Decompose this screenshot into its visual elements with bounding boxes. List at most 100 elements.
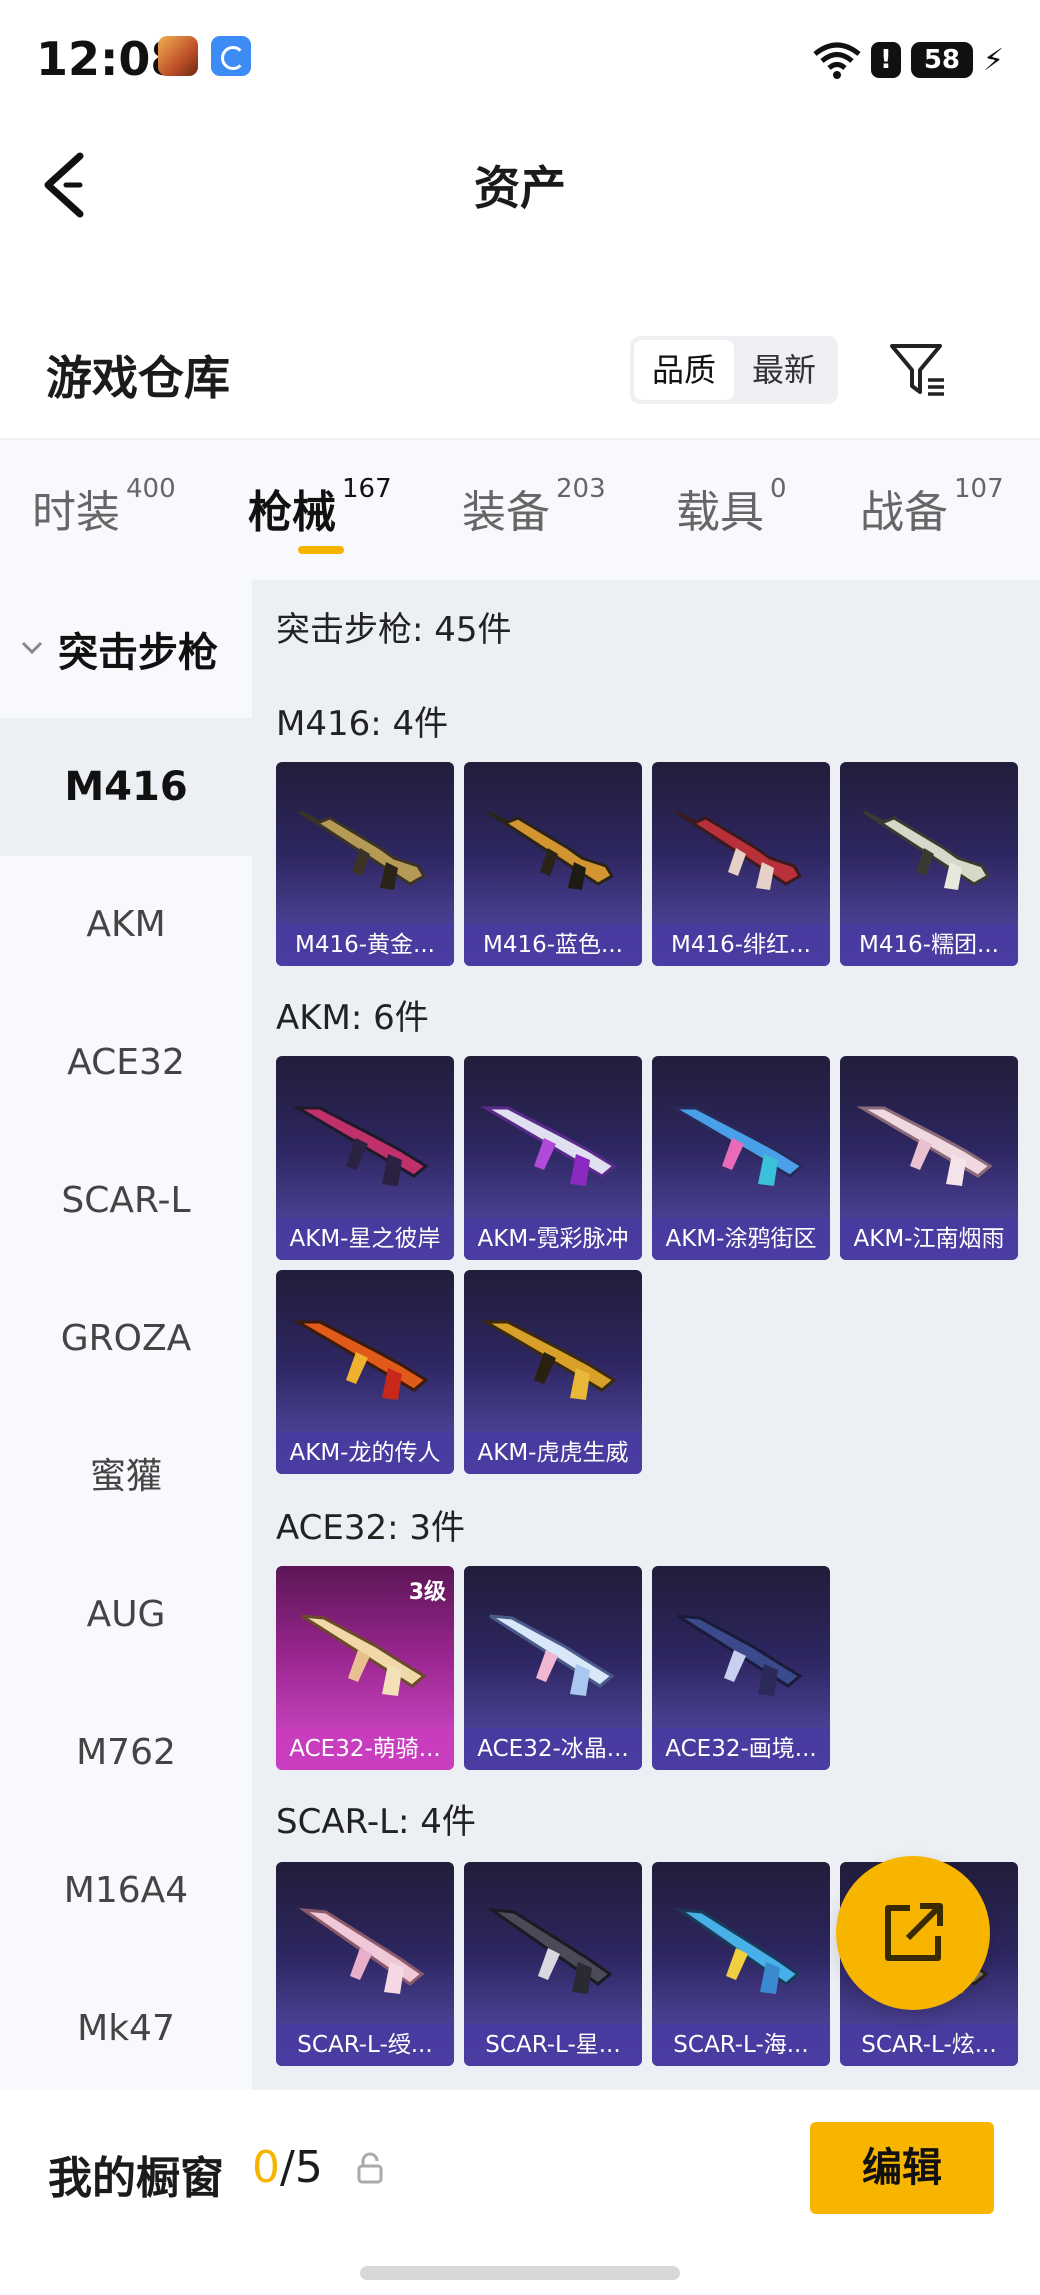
rifle-icon — [863, 810, 991, 890]
group-label-m416: M416: 4件 — [276, 704, 449, 744]
sidebar-item-m416[interactable]: M416 — [0, 718, 252, 856]
sidebar-item-scar-l[interactable]: SCAR-L — [0, 1132, 252, 1270]
lock-icon — [357, 2152, 383, 2184]
sidebar-group-label: 突击步枪 — [58, 630, 218, 676]
weapon-name: AKM-虎虎生威 — [464, 1432, 642, 1474]
tab-label: 装备 — [462, 487, 550, 538]
weapon-card[interactable]: ACE32-冰晶... — [464, 1566, 642, 1770]
weapon-card[interactable]: ACE32-画境... — [652, 1566, 830, 1770]
wifi-icon — [813, 42, 861, 79]
tab-indicator — [298, 546, 344, 554]
chevron-down-icon — [21, 641, 43, 655]
tab-count: 0 — [770, 474, 787, 504]
share-fab-button[interactable] — [836, 1856, 990, 2010]
sidebar-group-header[interactable]: 突击步枪 — [0, 580, 252, 718]
sidebar-item-akm[interactable]: AKM — [0, 856, 252, 994]
charging-icon: ⚡ — [982, 42, 1004, 78]
tab-label: 枪械 — [248, 487, 336, 538]
sort-quality-button[interactable]: 品质 — [634, 340, 734, 400]
weapon-card[interactable]: AKM-涂鸦街区 — [652, 1056, 830, 1260]
battery-icon: 58 — [910, 42, 973, 78]
weapon-card[interactable]: M416-蓝色... — [464, 762, 642, 966]
weapon-name: SCAR-L-海... — [652, 2024, 830, 2066]
weapon-type-sidebar: 突击步枪 M416 AKM ACE32 SCAR-L GROZA 蜜獾 AUG … — [0, 580, 252, 2090]
rifle-icon — [298, 1907, 425, 1994]
rifle-icon — [856, 1106, 993, 1186]
group-label-scar-l: SCAR-L: 4件 — [276, 1802, 476, 1842]
tab-vehicles[interactable]: 载具 0 — [676, 474, 787, 540]
weapon-name: AKM-龙的传人 — [276, 1432, 454, 1474]
weapon-name: SCAR-L-绶... — [276, 2024, 454, 2066]
tab-count: 400 — [126, 474, 176, 504]
showcase-total: /5 — [280, 2142, 323, 2193]
weapon-card[interactable]: AKM-虎虎生威 — [464, 1270, 642, 1474]
page-title: 资产 — [474, 161, 566, 215]
rifle-icon — [487, 810, 615, 890]
tab-count: 203 — [556, 474, 606, 504]
weapon-card[interactable]: M416-黄金... — [276, 762, 454, 966]
tab-equipment[interactable]: 装备 203 — [462, 474, 606, 540]
filter-icon[interactable] — [888, 340, 948, 400]
hotspot-app-icon — [211, 36, 251, 76]
weapon-name: M416-蓝色... — [464, 924, 642, 966]
showcase-label: 我的橱窗 — [48, 2153, 224, 2204]
tab-label: 时装 — [32, 487, 120, 538]
weapon-card[interactable]: SCAR-L-星... — [464, 1862, 642, 2066]
rifle-icon — [292, 1320, 429, 1400]
rifle-icon — [675, 810, 803, 890]
sidebar-item-groza[interactable]: GROZA — [0, 1270, 252, 1408]
tab-firearms[interactable]: 枪械 167 — [248, 474, 392, 540]
showcase-count: 0/5 — [252, 2142, 323, 2193]
weapon-name: M416-绯红... — [652, 924, 830, 966]
rifle-icon — [301, 1614, 427, 1696]
weapon-name: AKM-星之彼岸 — [276, 1218, 454, 1260]
group-label-ace32: ACE32: 3件 — [276, 1508, 466, 1548]
showcase-bar: 我的橱窗 0/5 编辑 — [0, 2090, 1040, 2295]
weapon-name: ACE32-萌骑... — [276, 1728, 454, 1770]
weapon-name: ACE32-冰晶... — [464, 1728, 642, 1770]
weapon-card[interactable]: SCAR-L-绶... — [276, 1862, 454, 2066]
category-tabs: 时装 400 枪械 167 装备 203 载具 0 战备 107 — [0, 440, 1040, 580]
sort-newest-button[interactable]: 最新 — [734, 340, 834, 400]
sidebar-item-aug[interactable]: AUG — [0, 1546, 252, 1684]
weapon-card[interactable]: M416-绯红... — [652, 762, 830, 966]
sidebar-item-m762[interactable]: M762 — [0, 1684, 252, 1822]
section-title: 游戏仓库 — [46, 351, 230, 405]
tab-supplies[interactable]: 战备 107 — [860, 474, 1004, 540]
tab-count: 167 — [342, 474, 392, 504]
sidebar-item-m16a4[interactable]: M16A4 — [0, 1822, 252, 1960]
tab-count: 107 — [954, 474, 1004, 504]
weapon-card[interactable]: AKM-江南烟雨 — [840, 1056, 1018, 1260]
weapon-card[interactable]: SCAR-L-海... — [652, 1862, 830, 2066]
weapon-name: SCAR-L-星... — [464, 2024, 642, 2066]
weapon-card[interactable]: AKM-星之彼岸 — [276, 1056, 454, 1260]
rifle-icon — [480, 1106, 617, 1186]
weapon-card[interactable]: AKM-龙的传人 — [276, 1270, 454, 1474]
rifle-icon — [489, 1614, 615, 1696]
status-bar: 12:08 ! 58 ⚡ — [0, 0, 1040, 120]
tab-fashion[interactable]: 时装 400 — [32, 474, 176, 540]
sidebar-item-honey-badger[interactable]: 蜜獾 — [0, 1408, 252, 1546]
rifle-icon — [668, 1106, 805, 1186]
weapon-name: SCAR-L-炫... — [840, 2024, 1018, 2066]
alert-icon: ! — [870, 42, 901, 78]
category-summary: 突击步枪: 45件 — [276, 610, 512, 650]
tab-label: 载具 — [676, 487, 764, 538]
weapon-name: AKM-涂鸦街区 — [652, 1218, 830, 1260]
rifle-icon — [480, 1320, 617, 1400]
sidebar-item-mk47[interactable]: Mk47 — [0, 1960, 252, 2098]
sidebar-item-ace32[interactable]: ACE32 — [0, 994, 252, 1132]
rifle-icon — [292, 1106, 429, 1186]
weapon-card[interactable]: M416-糯团... — [840, 762, 1018, 966]
rifle-icon — [677, 1614, 803, 1696]
weapon-name: ACE32-画境... — [652, 1728, 830, 1770]
status-indicators: ! 58 ⚡ — [813, 38, 1004, 82]
weapon-name: AKM-霓彩脉冲 — [464, 1218, 642, 1260]
home-indicator[interactable] — [360, 2266, 680, 2280]
weapon-card[interactable]: 3级 ACE32-萌骑... — [276, 1566, 454, 1770]
edit-button[interactable]: 编辑 — [810, 2122, 994, 2214]
sort-toggle: 品质 最新 — [630, 336, 838, 404]
group-label-akm: AKM: 6件 — [276, 998, 429, 1038]
game-app-icon — [158, 36, 198, 76]
weapon-card[interactable]: AKM-霓彩脉冲 — [464, 1056, 642, 1260]
